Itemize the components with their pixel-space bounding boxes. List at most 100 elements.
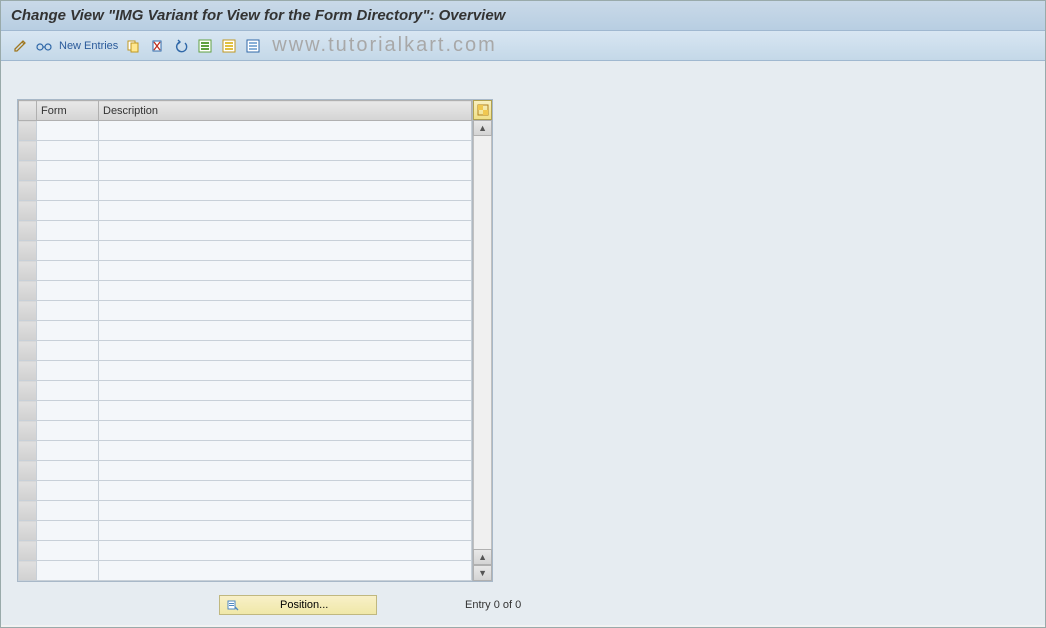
position-button[interactable]: Position...: [219, 595, 377, 615]
form-cell[interactable]: [37, 301, 99, 321]
form-cell[interactable]: [37, 341, 99, 361]
table-row[interactable]: [19, 401, 472, 421]
description-cell[interactable]: [99, 321, 472, 341]
new-entries-button[interactable]: New Entries: [59, 40, 118, 52]
table-row[interactable]: [19, 341, 472, 361]
description-cell[interactable]: [99, 121, 472, 141]
row-selector[interactable]: [19, 481, 37, 501]
description-cell[interactable]: [99, 521, 472, 541]
row-selector[interactable]: [19, 161, 37, 181]
row-selector[interactable]: [19, 561, 37, 581]
description-cell[interactable]: [99, 561, 472, 581]
description-cell[interactable]: [99, 441, 472, 461]
description-cell[interactable]: [99, 401, 472, 421]
select-block-icon[interactable]: [220, 37, 238, 55]
scroll-up-button[interactable]: ▲: [473, 120, 492, 136]
table-row[interactable]: [19, 301, 472, 321]
row-selector[interactable]: [19, 121, 37, 141]
form-cell[interactable]: [37, 161, 99, 181]
row-selector[interactable]: [19, 241, 37, 261]
row-selector[interactable]: [19, 321, 37, 341]
table-row[interactable]: [19, 201, 472, 221]
table-row[interactable]: [19, 381, 472, 401]
select-all-icon[interactable]: [196, 37, 214, 55]
scroll-down-button[interactable]: ▲: [473, 549, 492, 565]
description-cell[interactable]: [99, 541, 472, 561]
form-cell[interactable]: [37, 241, 99, 261]
form-column-header[interactable]: Form: [37, 101, 99, 121]
form-cell[interactable]: [37, 181, 99, 201]
form-cell[interactable]: [37, 221, 99, 241]
row-selector[interactable]: [19, 541, 37, 561]
form-cell[interactable]: [37, 461, 99, 481]
table-row[interactable]: [19, 121, 472, 141]
form-cell[interactable]: [37, 441, 99, 461]
deselect-all-icon[interactable]: [244, 37, 262, 55]
glasses-icon[interactable]: [35, 37, 53, 55]
form-cell[interactable]: [37, 501, 99, 521]
table-row[interactable]: [19, 561, 472, 581]
form-cell[interactable]: [37, 421, 99, 441]
description-cell[interactable]: [99, 281, 472, 301]
change-icon[interactable]: [11, 37, 29, 55]
description-cell[interactable]: [99, 141, 472, 161]
description-cell[interactable]: [99, 341, 472, 361]
description-cell[interactable]: [99, 381, 472, 401]
table-row[interactable]: [19, 361, 472, 381]
form-cell[interactable]: [37, 201, 99, 221]
form-cell[interactable]: [37, 541, 99, 561]
undo-icon[interactable]: [172, 37, 190, 55]
row-selector[interactable]: [19, 501, 37, 521]
row-selector[interactable]: [19, 381, 37, 401]
row-selector[interactable]: [19, 361, 37, 381]
description-cell[interactable]: [99, 241, 472, 261]
row-selector[interactable]: [19, 261, 37, 281]
form-cell[interactable]: [37, 401, 99, 421]
select-column-header[interactable]: [19, 101, 37, 121]
scroll-down2-button[interactable]: ▼: [473, 565, 492, 581]
table-row[interactable]: [19, 141, 472, 161]
row-selector[interactable]: [19, 441, 37, 461]
form-cell[interactable]: [37, 141, 99, 161]
row-selector[interactable]: [19, 521, 37, 541]
table-row[interactable]: [19, 161, 472, 181]
description-cell[interactable]: [99, 181, 472, 201]
form-cell[interactable]: [37, 521, 99, 541]
delete-icon[interactable]: [148, 37, 166, 55]
description-cell[interactable]: [99, 261, 472, 281]
form-cell[interactable]: [37, 361, 99, 381]
form-cell[interactable]: [37, 481, 99, 501]
form-cell[interactable]: [37, 321, 99, 341]
form-cell[interactable]: [37, 261, 99, 281]
description-cell[interactable]: [99, 221, 472, 241]
form-cell[interactable]: [37, 121, 99, 141]
description-cell[interactable]: [99, 501, 472, 521]
table-row[interactable]: [19, 541, 472, 561]
table-row[interactable]: [19, 481, 472, 501]
row-selector[interactable]: [19, 181, 37, 201]
scroll-track[interactable]: [473, 136, 492, 549]
row-selector[interactable]: [19, 341, 37, 361]
table-row[interactable]: [19, 421, 472, 441]
table-row[interactable]: [19, 461, 472, 481]
row-selector[interactable]: [19, 461, 37, 481]
table-row[interactable]: [19, 221, 472, 241]
table-row[interactable]: [19, 441, 472, 461]
table-row[interactable]: [19, 501, 472, 521]
row-selector[interactable]: [19, 301, 37, 321]
table-row[interactable]: [19, 281, 472, 301]
form-cell[interactable]: [37, 381, 99, 401]
description-column-header[interactable]: Description: [99, 101, 472, 121]
description-cell[interactable]: [99, 481, 472, 501]
form-cell[interactable]: [37, 561, 99, 581]
row-selector[interactable]: [19, 401, 37, 421]
table-row[interactable]: [19, 521, 472, 541]
description-cell[interactable]: [99, 201, 472, 221]
table-row[interactable]: [19, 241, 472, 261]
table-row[interactable]: [19, 181, 472, 201]
row-selector[interactable]: [19, 201, 37, 221]
row-selector[interactable]: [19, 421, 37, 441]
description-cell[interactable]: [99, 421, 472, 441]
table-row[interactable]: [19, 261, 472, 281]
description-cell[interactable]: [99, 161, 472, 181]
